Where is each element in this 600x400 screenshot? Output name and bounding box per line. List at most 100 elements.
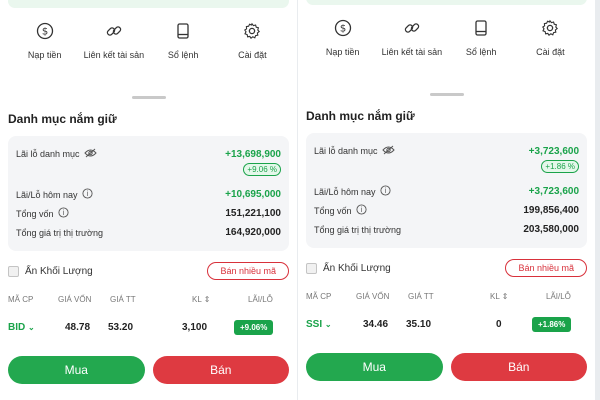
pl-badge: +1.86% (532, 317, 572, 332)
info-icon[interactable]: i (57, 207, 69, 220)
gear-icon (537, 15, 563, 41)
dollar-coin-icon: $ (32, 18, 58, 44)
price-cell: 53.20 (108, 322, 134, 333)
header-symbol: MÃ CP (306, 292, 332, 301)
price-cell: 35.10 (406, 319, 432, 330)
hide-volume-checkbox[interactable]: Ẩn Khối Lượng (306, 262, 391, 274)
hide-volume-label: Ẩn Khối Lượng (323, 262, 391, 274)
settings-button[interactable]: Cài đặt (218, 18, 287, 78)
gear-icon (239, 18, 265, 44)
header-cost: GIÁ VỐN (58, 295, 92, 304)
table-row[interactable]: SSI ⌄ 34.46 35.10 0 +1.86% (306, 317, 587, 337)
info-icon[interactable]: i (81, 188, 93, 201)
settings-label: Cài đặt (536, 47, 565, 57)
pl-portfolio-value: +13,698,900 (225, 148, 281, 160)
summary-card: Lãi lỗ danh mục +13,698,900 +9.06 % Lãi/… (8, 136, 289, 251)
settings-button[interactable]: Cài đặt (516, 15, 585, 75)
sell-many-button[interactable]: Bán nhiều mã (207, 262, 289, 280)
header-qty[interactable]: KL ⇕ (490, 292, 508, 301)
symbol-text: SSI (306, 319, 323, 330)
header-price: GIÁ TT (110, 295, 136, 304)
market-value-label: Tổng giá trị thị trường (314, 224, 401, 235)
chevron-down-icon: ⌄ (28, 323, 35, 332)
link-assets-label: Liên kết tài sản (83, 50, 145, 60)
market-value-value: 164,920,000 (225, 227, 281, 238)
hide-volume-checkbox[interactable]: Ẩn Khối Lượng (8, 265, 93, 277)
link-icon (399, 15, 425, 41)
deposit-button[interactable]: $ Nạp tiền (308, 15, 377, 75)
header-price: GIÁ TT (408, 292, 434, 301)
svg-text:$: $ (41, 27, 47, 38)
deposit-label: Nạp tiền (27, 50, 62, 60)
svg-text:i: i (86, 190, 88, 198)
info-icon[interactable]: i (379, 185, 391, 198)
quick-actions: $ Nạp tiền Liên kết tài sản Sổ lệnh Cài … (298, 15, 595, 75)
chevron-down-icon: ⌄ (324, 320, 332, 329)
header-cost: GIÁ VỐN (356, 292, 390, 301)
pl-portfolio-label: Lãi lỗ danh mục (16, 149, 80, 159)
cost-cell: 48.78 (65, 322, 91, 333)
info-icon[interactable]: i (355, 204, 367, 217)
symbol-cell[interactable]: SSI ⌄ (306, 319, 332, 330)
capital-label: Tổng vốn (16, 208, 54, 219)
sell-button[interactable]: Bán (152, 356, 289, 384)
drag-handle[interactable] (131, 96, 166, 99)
holdings-table-header: MÃ CP GIÁ VỐN GIÁ TT KL ⇕ LÃI/LỖ (8, 295, 289, 307)
order-book-button[interactable]: Sổ lệnh (149, 18, 218, 78)
deposit-button[interactable]: $ Nạp tiền (10, 18, 79, 78)
order-book-button[interactable]: Sổ lệnh (447, 15, 516, 75)
quick-actions: $ Nạp tiền Liên kết tài sản Sổ lệnh Cài … (0, 18, 297, 78)
book-icon (170, 18, 196, 44)
drag-handle[interactable] (429, 93, 464, 96)
hide-volume-label: Ẩn Khối Lượng (25, 265, 93, 277)
symbol-cell[interactable]: BID ⌄ (8, 322, 35, 333)
options-row: Ẩn Khối Lượng Bán nhiều mã (306, 259, 587, 277)
pl-portfolio-pct-badge: +9.06 % (243, 163, 281, 176)
pl-portfolio-pct-badge: +1.86 % (541, 160, 579, 173)
market-value-value: 203,580,000 (523, 224, 579, 235)
header-pl: LÃI/LỖ (248, 295, 273, 304)
trade-buttons: Mua Bán (8, 356, 289, 384)
order-book-label: Sổ lệnh (167, 50, 199, 60)
pl-today-value: +3,723,600 (528, 186, 579, 197)
deposit-label: Nạp tiền (325, 47, 360, 57)
portfolio-sheet: Danh mục nắm giữ Lãi lỗ danh mục +13,698… (0, 92, 297, 400)
link-assets-button[interactable]: Liên kết tài sản (79, 18, 148, 78)
qty-cell: 3,100 (182, 322, 208, 333)
eye-off-icon[interactable] (83, 148, 97, 160)
pl-today-label: Lãi/Lỗ hôm nay (16, 189, 78, 200)
market-value-row: Tổng giá trị thị trường 203,580,000 (314, 224, 579, 235)
link-assets-button[interactable]: Liên kết tài sản (377, 15, 446, 75)
capital-label: Tổng vốn (314, 205, 352, 216)
market-value-row: Tổng giá trị thị trường 164,920,000 (16, 227, 281, 238)
buy-button[interactable]: Mua (306, 353, 443, 381)
qty-cell: 0 (496, 319, 502, 330)
checkbox-box[interactable] (8, 265, 19, 277)
header-qty[interactable]: KL ⇕ (192, 295, 210, 304)
pl-today-row: Lãi/Lỗ hôm nay i +3,723,600 (314, 185, 579, 198)
settings-label: Cài đặt (238, 50, 267, 60)
link-assets-label: Liên kết tài sản (381, 47, 443, 57)
book-icon (468, 15, 494, 41)
buy-button[interactable]: Mua (8, 356, 145, 384)
svg-text:i: i (384, 187, 386, 195)
order-book-label: Sổ lệnh (465, 47, 497, 57)
table-row[interactable]: BID ⌄ 48.78 53.20 3,100 +9.06% (8, 320, 289, 340)
symbol-text: BID (8, 322, 26, 333)
top-banner (306, 0, 587, 5)
link-icon (101, 18, 127, 44)
checkbox-box[interactable] (306, 262, 317, 274)
sell-many-button[interactable]: Bán nhiều mã (505, 259, 587, 277)
eye-off-icon[interactable] (381, 145, 395, 157)
summary-card: Lãi lỗ danh mục +3,723,600 +1.86 % Lãi/L… (306, 133, 587, 248)
portfolio-panel-right: $ Nạp tiền Liên kết tài sản Sổ lệnh Cài … (298, 0, 595, 400)
sell-button[interactable]: Bán (450, 353, 587, 381)
pl-today-value: +10,695,000 (225, 189, 281, 200)
options-row: Ẩn Khối Lượng Bán nhiều mã (8, 262, 289, 280)
pl-today-row: Lãi/Lỗ hôm nay i +10,695,000 (16, 188, 281, 201)
pl-portfolio-row: Lãi lỗ danh mục +3,723,600 (314, 145, 579, 157)
pl-portfolio-value: +3,723,600 (528, 145, 579, 157)
pl-portfolio-label: Lãi lỗ danh mục (314, 146, 378, 156)
market-value-label: Tổng giá trị thị trường (16, 227, 103, 238)
top-banner (8, 0, 289, 8)
